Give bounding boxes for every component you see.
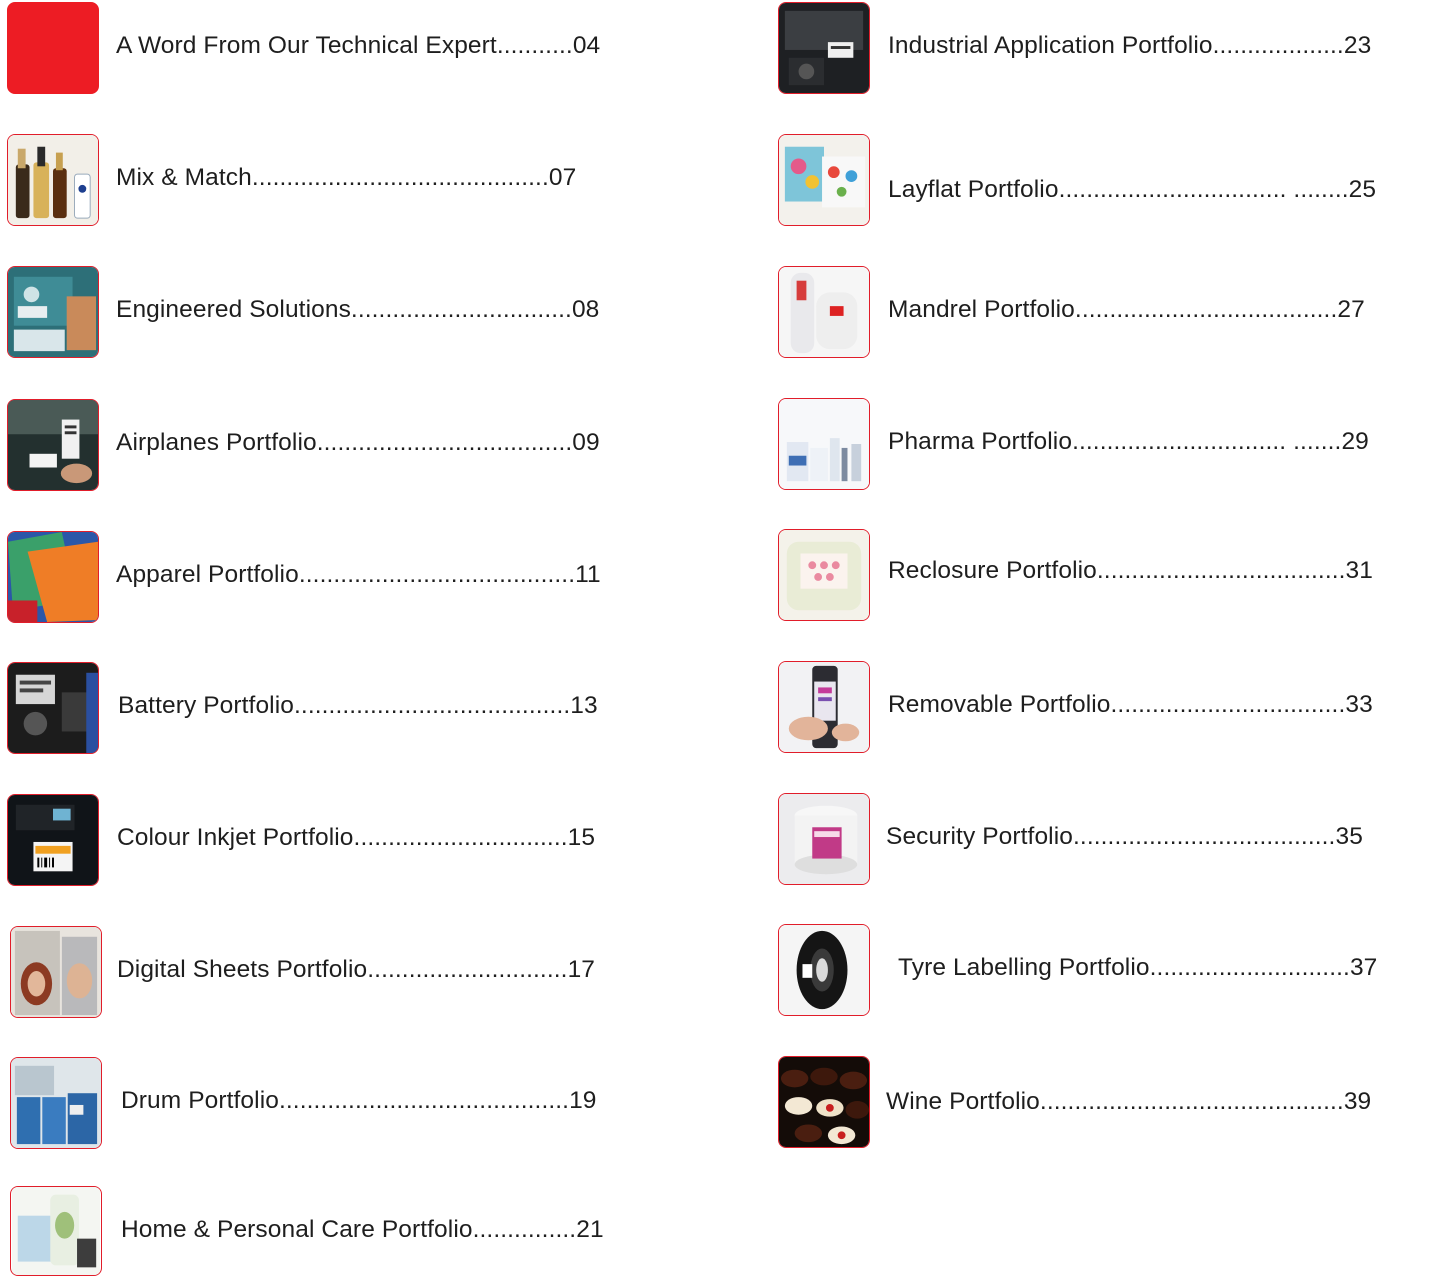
entry-title: Pharma Portfolio [888,428,1073,455]
page-number: 23 [1343,32,1372,59]
toc-right-column: Industrial Application Portfolio........… [770,0,1440,1275]
dot-leader: ........................................… [278,1087,570,1114]
inkjet-label-thumbnail [7,794,99,886]
dot-leader: ...................................... [1074,296,1338,323]
page-number: 15 [567,824,596,851]
dot-leader: ........................................… [251,164,549,191]
toc-entry[interactable]: Engineered Solutions....................… [0,264,670,360]
toc-entry[interactable]: Home & Personal Care Portfolio..........… [0,1184,670,1280]
toc-entry[interactable]: Wine Portfolio..........................… [770,1054,1430,1150]
wipes-pack-thumbnail [778,529,870,621]
page-number: 31 [1345,557,1373,584]
removable-label-thumbnail [778,661,870,753]
airplane-label-thumbnail [7,399,99,491]
wine-bottles-thumbnail [778,1056,870,1148]
dot-leader: ........................................… [1039,1088,1344,1115]
toc-entry[interactable]: A Word From Our Technical Expert........… [0,0,670,96]
engineering-thumbnail [7,266,99,358]
page-number: 35 [1335,823,1363,850]
toc-entry[interactable]: Apparel Portfolio.......................… [0,529,670,625]
entry-title: Apparel Portfolio [116,561,299,588]
entry-title: Reclosure Portfolio [888,557,1097,584]
red-square-thumbnail [7,2,99,94]
industrial-thumbnail [778,2,870,94]
page-number: 17 [567,956,596,983]
page-number: 07 [548,164,577,191]
entry-title: Layflat Portfolio [888,176,1059,203]
entry-title: Security Portfolio [886,823,1073,850]
entry-title: Tyre Labelling Portfolio [898,954,1150,981]
page-number: 11 [575,561,601,588]
page-number: 25 [1348,176,1377,203]
dot-leader: .................................. [1110,691,1346,718]
entry-title: Battery Portfolio [118,692,294,719]
tyre-thumbnail [778,924,870,1016]
dot-leader: ............................. [367,956,568,983]
entry-title: A Word From Our Technical Expert [116,32,497,59]
entry-title: Drum Portfolio [121,1087,279,1114]
entry-title: Wine Portfolio [886,1088,1040,1115]
dot-leader: ........... [496,32,573,59]
entry-title: Colour Inkjet Portfolio [117,824,354,851]
cosmetics-box-thumbnail [10,926,102,1018]
dot-leader: ................................ [350,296,572,323]
page-number: 13 [570,692,598,719]
pharma-bottles-thumbnail [778,398,870,490]
dot-leader: ..................................... [316,429,573,456]
dot-leader: ........................................ [294,692,571,719]
dot-leader: ................... [1212,32,1344,59]
entry-title: Home & Personal Care Portfolio [121,1216,473,1243]
dot-leader: ................................. ......… [1058,176,1349,203]
toc-entry[interactable]: Removable Portfolio.....................… [770,659,1430,755]
toc-entry[interactable]: Mix & Match.............................… [0,132,670,228]
entry-title: Industrial Application Portfolio [888,32,1213,59]
page-number: 29 [1341,428,1369,455]
entry-title: Digital Sheets Portfolio [117,956,368,983]
mandrel-tubes-thumbnail [778,266,870,358]
layflat-thumbnail [778,134,870,226]
bottles-thumbnail [7,134,99,226]
entry-title: Mix & Match [116,164,252,191]
toc-entry[interactable]: Digital Sheets Portfolio................… [0,924,670,1020]
battery-thumbnail [7,662,99,754]
toc-entry[interactable]: Colour Inkjet Portfolio.................… [0,792,670,888]
toc-entry[interactable]: Drum Portfolio..........................… [0,1055,670,1151]
entry-title: Engineered Solutions [116,296,351,323]
page-number: 09 [572,429,600,456]
dot-leader: ............................... [353,824,568,851]
security-jar-thumbnail [778,793,870,885]
dot-leader: ............................. [1149,954,1350,981]
dot-leader: ........................................ [298,561,576,588]
page-number: 33 [1345,691,1373,718]
page-number: 39 [1343,1088,1372,1115]
toc-entry[interactable]: Tyre Labelling Portfolio................… [770,922,1430,1018]
page-number: 27 [1337,296,1365,323]
dot-leader: ............... [472,1216,577,1243]
page-number: 08 [571,296,600,323]
personal-care-thumbnail [10,1186,102,1276]
toc-left-column: A Word From Our Technical Expert........… [0,0,700,1276]
page-number: 19 [569,1087,597,1114]
entry-title: Airplanes Portfolio [116,429,317,456]
toc-entry[interactable]: Pharma Portfolio........................… [770,396,1430,492]
toc-entry[interactable]: Industrial Application Portfolio........… [770,0,1430,96]
toc-entry[interactable]: Security Portfolio......................… [770,791,1430,887]
toc-entry[interactable]: Reclosure Portfolio.....................… [770,527,1430,623]
page-number: 37 [1349,954,1378,981]
page-number: 21 [576,1216,604,1243]
entry-title: Removable Portfolio [888,691,1111,718]
dot-leader: ...................................... [1073,823,1336,850]
toc-entry[interactable]: Battery Portfolio.......................… [0,660,670,756]
entry-title: Mandrel Portfolio [888,296,1075,323]
apparel-fabric-thumbnail [7,531,99,623]
page-number: 04 [572,32,601,59]
drums-thumbnail [10,1057,102,1149]
dot-leader: ............................... ....... [1072,428,1342,455]
toc-entry[interactable]: Mandrel Portfolio.......................… [770,264,1430,360]
toc-entry[interactable]: Layflat Portfolio.......................… [770,132,1430,228]
toc-entry[interactable]: Airplanes Portfolio.....................… [0,397,670,493]
dot-leader: .................................... [1096,557,1346,584]
